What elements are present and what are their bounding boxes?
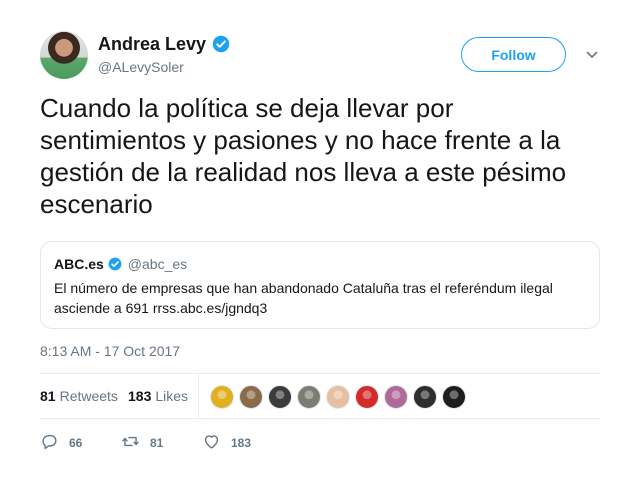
quoted-tweet-header: ABC.es @abc_es [54, 256, 187, 272]
liker-avatar[interactable] [210, 385, 234, 409]
tweet-header: Andrea Levy @ALevySoler Follow [40, 30, 600, 80]
divider [40, 418, 600, 419]
liker-avatar[interactable] [413, 385, 437, 409]
chevron-down-icon[interactable] [586, 48, 598, 60]
stats-separator [198, 374, 199, 418]
liker-avatar[interactable] [239, 385, 263, 409]
likes-stat[interactable]: 183 Likes [128, 388, 188, 404]
retweet-count: 81 [150, 436, 164, 450]
verified-badge-icon [212, 35, 230, 53]
like-count: 183 [231, 436, 252, 450]
user-avatar[interactable] [40, 31, 88, 79]
retweets-stat[interactable]: 81 Retweets [40, 388, 118, 404]
follow-button[interactable]: Follow [461, 37, 566, 72]
liker-avatar[interactable] [384, 385, 408, 409]
likes-label: Likes [155, 388, 189, 404]
retweet-icon [121, 432, 140, 454]
liker-avatar[interactable] [326, 385, 350, 409]
author-names: Andrea Levy @ALevySoler [98, 33, 230, 77]
liker-avatar[interactable] [297, 385, 321, 409]
liker-avatar[interactable] [268, 385, 292, 409]
retweet-action[interactable]: 81 [121, 432, 163, 454]
quoted-tweet-text: El número de empresas que han abandonado… [54, 280, 553, 316]
verified-badge-icon [108, 257, 122, 271]
likes-count: 183 [128, 388, 152, 404]
user-handle[interactable]: @ALevySoler [98, 57, 230, 77]
tweet-stats: 81 Retweets 183 Likes [40, 374, 600, 418]
quoted-author-handle: @abc_es [127, 256, 188, 272]
heart-icon [202, 432, 221, 454]
reply-icon [40, 432, 59, 454]
reply-count: 66 [69, 436, 83, 450]
likers-avatars [210, 385, 466, 409]
quoted-author-name: ABC.es [54, 256, 104, 272]
reply-action[interactable]: 66 [40, 432, 82, 454]
liker-avatar[interactable] [442, 385, 466, 409]
tweet-text: Cuando la política se deja llevar por se… [40, 93, 567, 219]
display-name[interactable]: Andrea Levy [98, 33, 206, 55]
display-name-row: Andrea Levy [98, 33, 230, 55]
like-action[interactable]: 183 [202, 432, 251, 454]
quoted-tweet[interactable]: ABC.es @abc_es El número de empresas que… [40, 241, 600, 329]
tweet-timestamp[interactable]: 8:13 AM - 17 Oct 2017 [40, 343, 180, 359]
retweets-count: 81 [40, 388, 56, 404]
retweets-label: Retweets [59, 388, 118, 404]
tweet-card: Andrea Levy @ALevySoler Follow Cuando la… [40, 30, 600, 450]
liker-avatar[interactable] [355, 385, 379, 409]
